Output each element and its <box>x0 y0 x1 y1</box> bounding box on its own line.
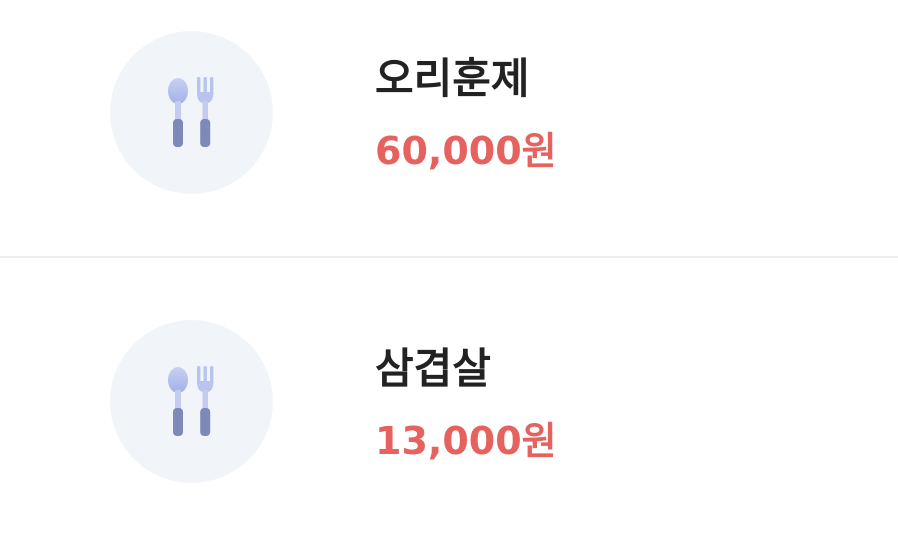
menu-item-price: 13,000원 <box>375 419 557 463</box>
utensils-icon <box>168 77 214 147</box>
menu-item[interactable]: 삼겹살 13,000원 <box>0 258 898 533</box>
menu-item[interactable]: 오리훈제 60,000원 <box>0 0 898 258</box>
utensils-icon <box>168 366 214 436</box>
menu-item-name: 삼겹살 <box>375 344 491 393</box>
menu-list: 오리훈제 60,000원 삼겹살 13,000원 <box>0 0 898 533</box>
menu-thumbnail <box>110 320 273 483</box>
menu-item-price: 60,000원 <box>375 129 557 173</box>
menu-thumbnail <box>110 31 273 194</box>
menu-item-name: 오리훈제 <box>375 54 530 103</box>
